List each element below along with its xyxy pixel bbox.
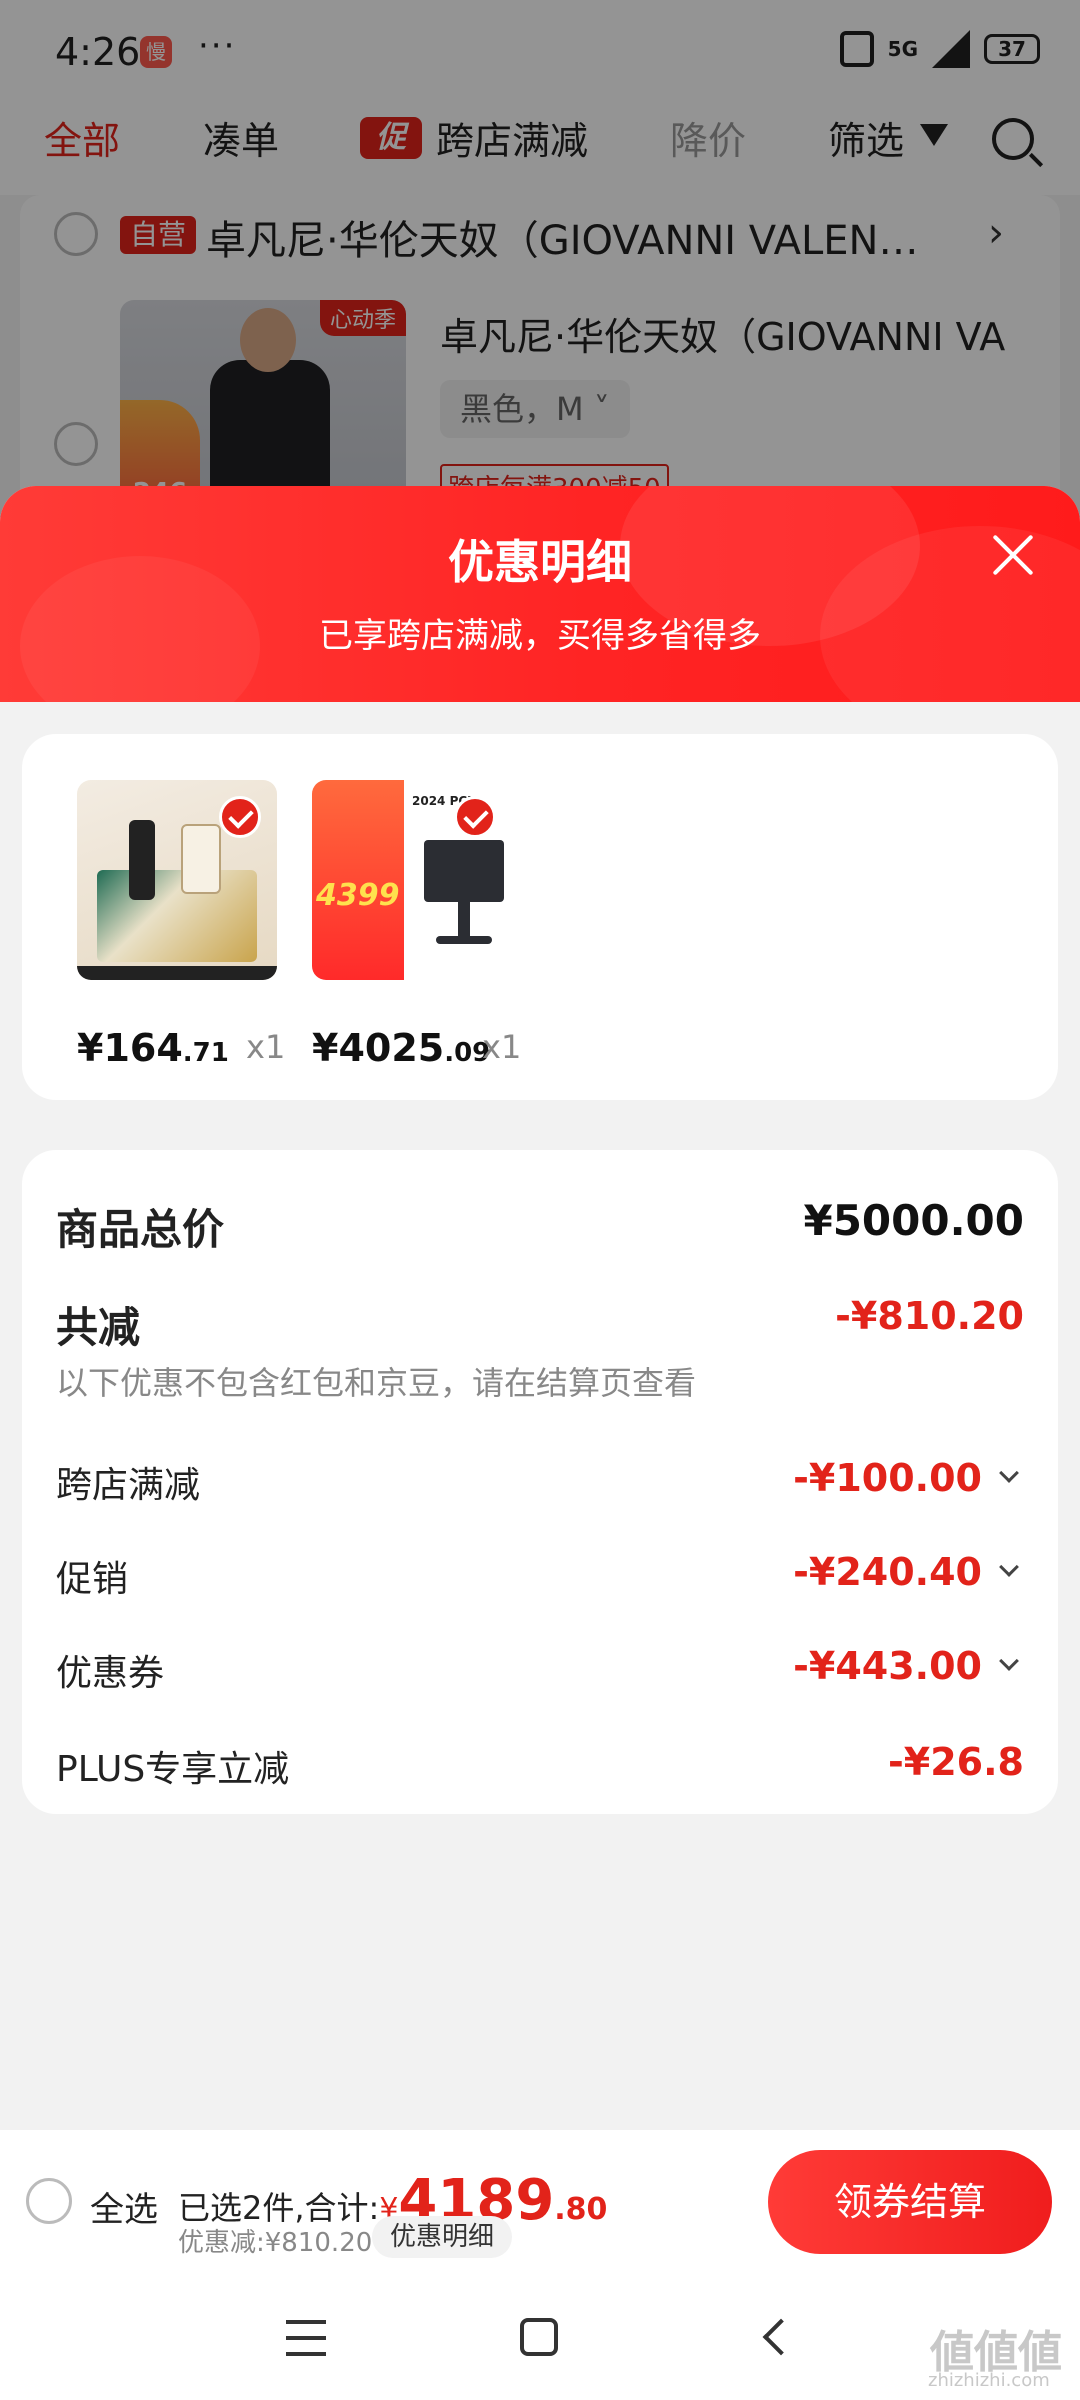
item-price: ¥164.71 [77,1026,229,1070]
item-price-dec: .71 [182,1038,229,1068]
selected-items-card: 4399 2024 PCL ¥164.71 x1 ¥4025.09 x1 [22,734,1058,1100]
organizer-shape [97,870,257,962]
close-icon[interactable] [990,532,1036,578]
reduce-value: -¥810.20 [835,1294,1024,1338]
price-summary-card: 商品总价 ¥5000.00 共减 -¥810.20 以下优惠不包含红包和京豆，请… [22,1150,1058,1814]
ad-price: 4399 [316,878,400,913]
discount-row-value[interactable]: -¥443.00 [793,1644,982,1688]
item-price-int: ¥4025 [312,1026,445,1070]
discount-row-label[interactable]: 跨店满减 [56,1456,200,1508]
discount-row-value: -¥26.8 [888,1740,1024,1784]
item-thumbnail-monitor[interactable]: 4399 2024 PCL [312,780,512,980]
chevron-down-icon[interactable] [999,1557,1019,1577]
item-qty: x1 [482,1028,522,1066]
thumbnail-strip [77,966,277,980]
total-amount-dec: .80 [554,2192,608,2227]
check-icon [454,796,496,838]
monitor-base-shape [436,936,492,944]
chevron-down-icon[interactable] [999,1463,1019,1483]
monitor-stand-shape [458,902,470,938]
item-price-int: ¥164 [77,1026,183,1070]
back-icon[interactable] [762,2318,800,2356]
discount-row-label[interactable]: 促销 [56,1550,128,1602]
discount-detail-sheet: 优惠明细 已享跨店满减，买得多省得多 4399 2024 PCL ¥164.71… [0,486,1080,2400]
remote-shape [129,820,155,900]
discount-row-value[interactable]: -¥240.40 [793,1550,982,1594]
discount-row-label[interactable]: 优惠券 [56,1644,164,1696]
bottle-shape [181,824,221,894]
total-value: ¥5000.00 [803,1196,1024,1245]
sheet-title: 优惠明细 [448,535,632,589]
checkout-button[interactable]: 领券结算 [768,2150,1052,2254]
chevron-down-icon[interactable] [999,1651,1019,1671]
monitor-shape [424,840,504,902]
system-nav-bar [0,2270,1080,2400]
home-icon[interactable] [520,2318,558,2356]
select-all-label[interactable]: 全选 [90,2182,158,2231]
discount-summary: 优惠减:¥810.20 [178,2228,373,2258]
item-qty: x1 [246,1028,286,1066]
discount-row-label: PLUS专享立减 [56,1749,290,1790]
sheet-subtitle: 已享跨店满减，买得多省得多 [319,616,761,656]
reduce-label: 共减 [56,1303,141,1352]
discount-row-value[interactable]: -¥100.00 [793,1456,982,1500]
watermark-url: zhizhizhi.com [928,2370,1050,2391]
discount-note: 以下优惠不包含红包和京豆，请在结算页查看 [56,1364,697,1402]
checkout-bar: 全选 已选2件,合计:¥4189.80 优惠减:¥810.20 优惠明细 领券结… [0,2130,1080,2270]
sheet-header: 优惠明细 已享跨店满减，买得多省得多 [0,486,1080,746]
select-all-radio[interactable] [26,2178,72,2224]
check-icon [219,796,261,838]
item-price: ¥4025.09 [312,1026,490,1070]
item-thumbnail-organizer[interactable] [77,780,277,980]
discount-detail-button[interactable]: 优惠明细 [372,2216,513,2258]
menu-icon[interactable] [286,2320,326,2356]
total-label: 商品总价 [56,1205,225,1254]
